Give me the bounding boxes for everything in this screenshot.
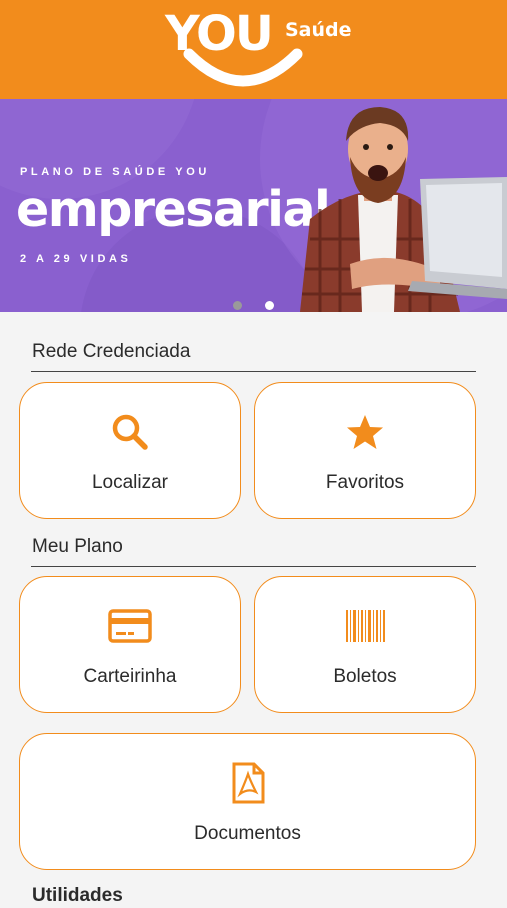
- carteirinha-label: Carteirinha: [83, 666, 177, 687]
- carousel-indicators: [0, 301, 507, 312]
- favoritos-button[interactable]: Favoritos: [254, 382, 476, 519]
- carousel-dot-2-active[interactable]: [265, 301, 274, 310]
- favoritos-label: Favoritos: [325, 472, 405, 493]
- banner-photo-man-with-laptop: [300, 107, 507, 312]
- carousel-dot-1[interactable]: [233, 301, 242, 310]
- section-title-utilidades: Utilidades: [32, 885, 123, 906]
- localizar-label: Localizar: [91, 472, 169, 493]
- barcode-icon: [342, 603, 388, 649]
- section-divider: [31, 371, 476, 372]
- banner-title: empresarial: [16, 181, 331, 238]
- banner-eyebrow: PLANO DE SAÚDE YOU: [20, 166, 210, 178]
- section-divider: [31, 566, 476, 567]
- documentos-button[interactable]: Documentos: [19, 733, 476, 870]
- section-title-meu-plano: Meu Plano: [32, 536, 123, 557]
- search-icon: [107, 409, 153, 455]
- localizar-button[interactable]: Localizar: [19, 382, 241, 519]
- you-saude-logo: YOU Saúde: [163, 6, 353, 88]
- star-icon: [342, 409, 388, 455]
- card-icon: [107, 603, 153, 649]
- logo-smile-icon: [183, 48, 303, 87]
- pdf-icon: [225, 760, 271, 806]
- boletos-button[interactable]: Boletos: [254, 576, 476, 713]
- carteirinha-button[interactable]: Carteirinha: [19, 576, 241, 713]
- section-title-rede-credenciada: Rede Credenciada: [32, 341, 191, 362]
- app-header: YOU Saúde: [0, 0, 507, 99]
- promo-banner[interactable]: PLANO DE SAÚDE YOU empresarial 2 A 29 VI…: [0, 99, 507, 312]
- documentos-label: Documentos: [194, 823, 301, 844]
- banner-subtitle: 2 A 29 VIDAS: [20, 253, 132, 265]
- boletos-label: Boletos: [333, 666, 397, 687]
- logo-saude-text: Saúde: [285, 19, 352, 41]
